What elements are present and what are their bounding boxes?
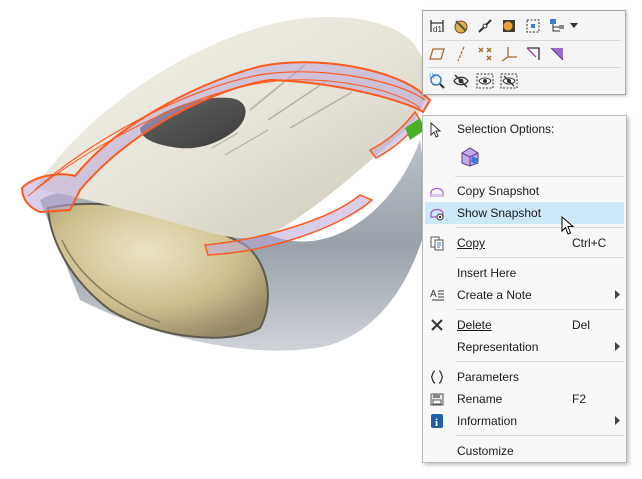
delete-item[interactable]: Delete Del [425,314,624,336]
svg-text:i: i [435,417,438,429]
chevron-down-icon[interactable] [569,14,579,38]
toolbar-row-3 [425,68,521,94]
svg-text:d1: d1 [433,25,442,34]
selection-filter-icon[interactable] [459,145,481,167]
parameters-icon [430,370,444,384]
toolbar-row-1: d1 [425,13,579,39]
show-snapshot-icon [430,208,444,221]
information-item[interactable]: i Information [425,410,624,432]
hierarchy-icon[interactable] [545,14,569,38]
appearance-icon[interactable] [449,14,473,38]
mouse-cursor-icon [561,216,575,235]
render-icon[interactable] [497,14,521,38]
create-note-item[interactable]: A Create a Note [425,284,624,306]
plane-icon[interactable] [425,42,449,66]
selection-options-label: Selection Options: [457,122,555,136]
selection-options-header: Selection Options: [423,116,626,142]
submenu-arrow-icon [615,416,620,425]
dimension-icon[interactable]: d1 [425,14,449,38]
rename-icon [430,393,444,406]
delete-icon [431,319,443,331]
parameters-item[interactable]: Parameters [425,366,624,388]
show-snapshot-item[interactable]: Show Snapshot [425,202,624,224]
axis-icon[interactable] [449,42,473,66]
mini-toolbar: d1 [422,10,626,95]
rename-item[interactable]: Rename F2 [425,388,624,410]
hide-icon[interactable] [449,69,473,93]
context-menu: Selection Options: Copy Snapshot Show Sn… [422,115,627,463]
information-icon: i [431,414,443,429]
link-icon[interactable] [473,14,497,38]
svg-text:A: A [430,289,437,300]
insert-here-item[interactable]: Insert Here [425,262,624,284]
copy-snapshot-icon [430,187,444,197]
csys-icon[interactable] [497,42,521,66]
crop-icon[interactable] [521,42,545,66]
submenu-arrow-icon [615,342,620,351]
zoom-to-selected-icon[interactable] [425,69,449,93]
pointer-icon [430,122,442,138]
copy-item[interactable]: Copy Ctrl+C [425,232,624,254]
copy-snapshot-item[interactable]: Copy Snapshot [425,180,624,202]
show-icon[interactable] [473,69,497,93]
shade-icon[interactable] [545,42,569,66]
box-select-icon[interactable] [521,14,545,38]
note-icon: A [430,289,444,301]
points-icon[interactable] [473,42,497,66]
copy-icon [430,236,444,251]
customize-item[interactable]: Customize [425,440,624,462]
hide-all-icon[interactable] [497,69,521,93]
toolbar-row-2 [425,41,569,67]
representation-item[interactable]: Representation [425,336,624,358]
submenu-arrow-icon [615,290,620,299]
